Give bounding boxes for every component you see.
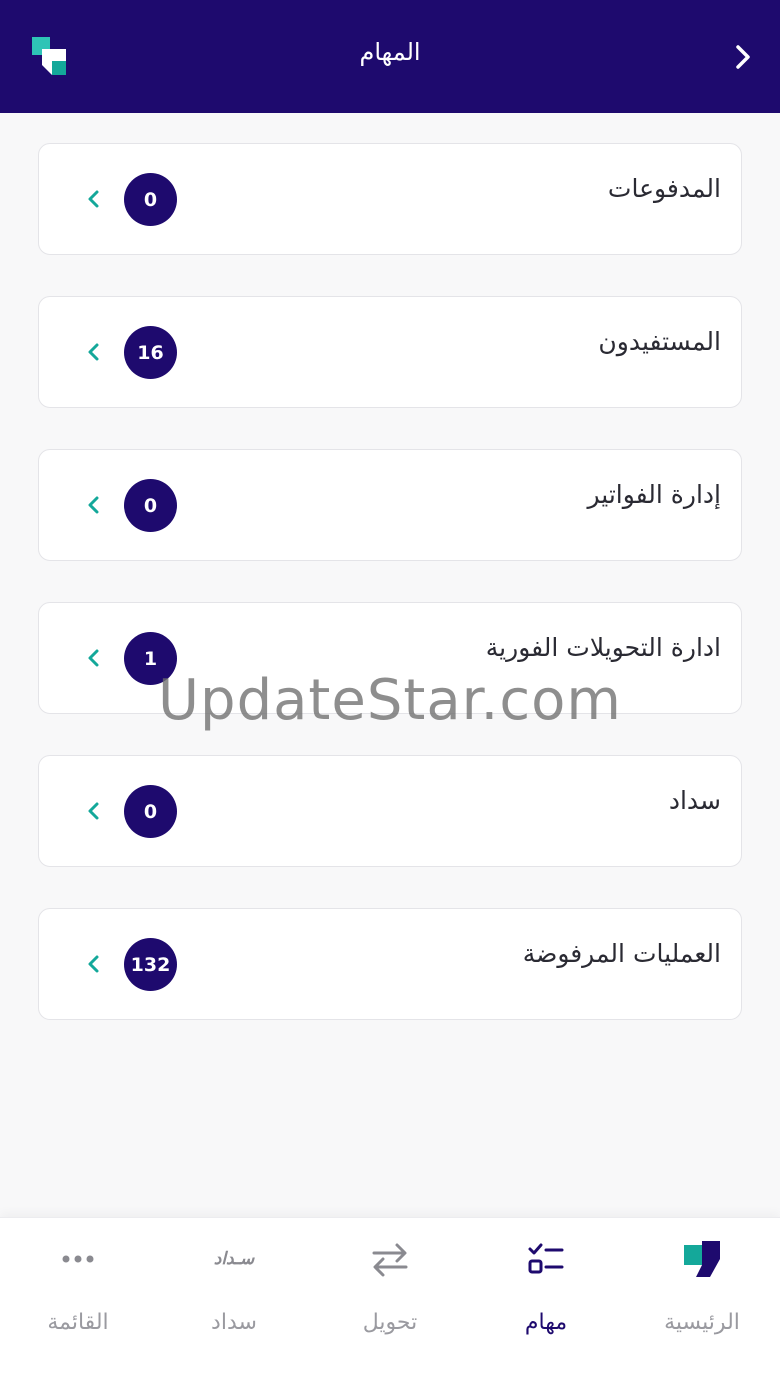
tab-transfer[interactable]: تحويل: [312, 1218, 468, 1388]
sadad-logo-icon: سـداد: [213, 1249, 255, 1269]
task-label: إدارة الفواتير: [587, 480, 721, 509]
bottom-tab-bar: القائمة سـداد سداد تحويل مهام الرئيسية: [0, 1217, 780, 1388]
tab-label: القائمة: [47, 1310, 109, 1335]
tab-label: مهام: [524, 1310, 568, 1335]
home-logo-icon: [672, 1236, 732, 1282]
chevron-left-icon: [88, 343, 99, 361]
tab-label: الرئيسية: [664, 1310, 740, 1335]
count-badge: 0: [124, 173, 177, 226]
tab-home[interactable]: الرئيسية: [624, 1218, 780, 1388]
more-dots-icon: [48, 1236, 108, 1282]
watermark: UpdateStar.com: [158, 668, 622, 733]
tasks-list: المدفوعات 0 المستفيدون 16 إدارة الفواتير…: [38, 143, 742, 1061]
tasks-checklist-icon: [516, 1236, 576, 1282]
tab-label: تحويل: [362, 1310, 418, 1335]
count-badge: 132: [124, 938, 177, 991]
chevron-left-icon: [88, 496, 99, 514]
tab-menu[interactable]: القائمة: [0, 1218, 156, 1388]
task-card-beneficiaries[interactable]: المستفيدون 16: [38, 296, 742, 408]
task-label: المستفيدون: [598, 327, 721, 356]
task-label: العمليات المرفوضة: [522, 939, 721, 968]
task-label: سداد: [668, 786, 721, 815]
app-header: المهام: [0, 0, 780, 113]
tab-sadad[interactable]: سـداد سداد: [156, 1218, 312, 1388]
tab-tasks[interactable]: مهام: [468, 1218, 624, 1388]
chevron-left-icon: [88, 649, 99, 667]
count-badge: 0: [124, 785, 177, 838]
transfer-arrows-icon: [360, 1236, 420, 1282]
chevron-left-icon: [88, 802, 99, 820]
chevron-left-icon: [88, 190, 99, 208]
task-card-payments[interactable]: المدفوعات 0: [38, 143, 742, 255]
task-card-invoices[interactable]: إدارة الفواتير 0: [38, 449, 742, 561]
page-title: المهام: [359, 38, 421, 66]
task-label: المدفوعات: [607, 174, 721, 203]
tab-label: سداد: [211, 1310, 257, 1335]
count-badge: 16: [124, 326, 177, 379]
chevron-left-icon: [88, 955, 99, 973]
task-card-sadad[interactable]: سداد 0: [38, 755, 742, 867]
task-label: ادارة التحويلات الفورية: [485, 633, 721, 662]
task-card-rejected[interactable]: العمليات المرفوضة 132: [38, 908, 742, 1020]
back-chevron-icon[interactable]: [728, 42, 758, 72]
count-badge: 0: [124, 479, 177, 532]
